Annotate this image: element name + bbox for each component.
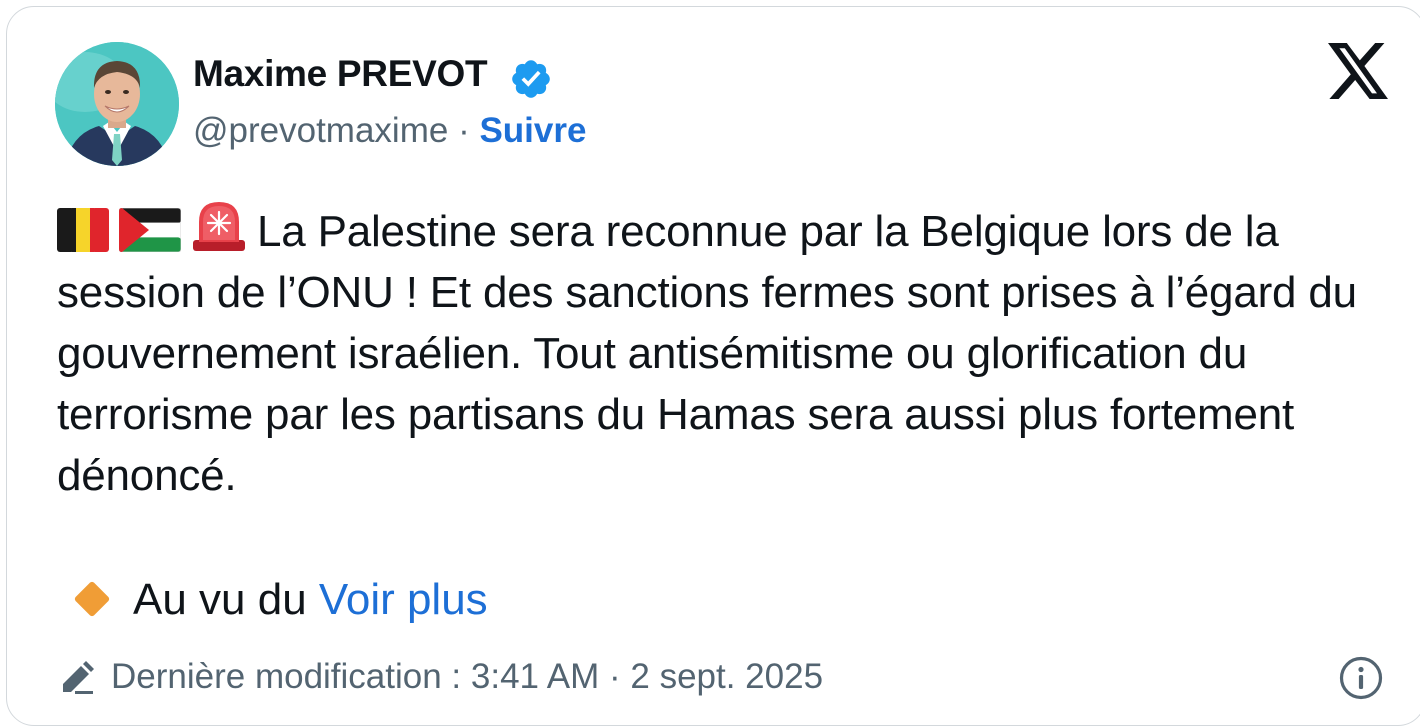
x-logo-icon[interactable] [1328, 43, 1388, 99]
pencil-icon [59, 660, 97, 703]
author-handle-row: @prevotmaxime · Suivre [193, 111, 586, 151]
author-display-name[interactable]: Maxime PREVOT [193, 53, 488, 95]
tweet-body-text: La Palestine sera reconnue par la Belgiq… [57, 207, 1357, 500]
verified-badge-icon [509, 57, 553, 101]
edited-timestamp[interactable]: Dernière modification : 3:41 AM · 2 sept… [111, 657, 823, 696]
handle-separator: · [458, 111, 470, 150]
author-handle[interactable]: @prevotmaxime [193, 111, 448, 150]
info-icon[interactable] [1338, 655, 1384, 701]
rotating-light-icon [191, 200, 247, 252]
belgium-flag-icon [57, 208, 109, 252]
orange-diamond-icon [73, 580, 111, 618]
tweet-continuation: Au vu du Voir plus [71, 575, 488, 625]
see-more-link[interactable]: Voir plus [319, 575, 488, 624]
tweet-footer: Dernière modification : 3:41 AM · 2 sept… [59, 657, 823, 703]
author-avatar[interactable] [55, 42, 179, 166]
palestine-flag-icon [119, 208, 181, 252]
tweet-card: Maxime PREVOT @prevotmaxime · Suivre La … [6, 6, 1420, 726]
follow-button[interactable]: Suivre [479, 111, 586, 150]
tweet-text: La Palestine sera reconnue par la Belgiq… [57, 200, 1387, 506]
continuation-text: Au vu du [133, 575, 307, 624]
